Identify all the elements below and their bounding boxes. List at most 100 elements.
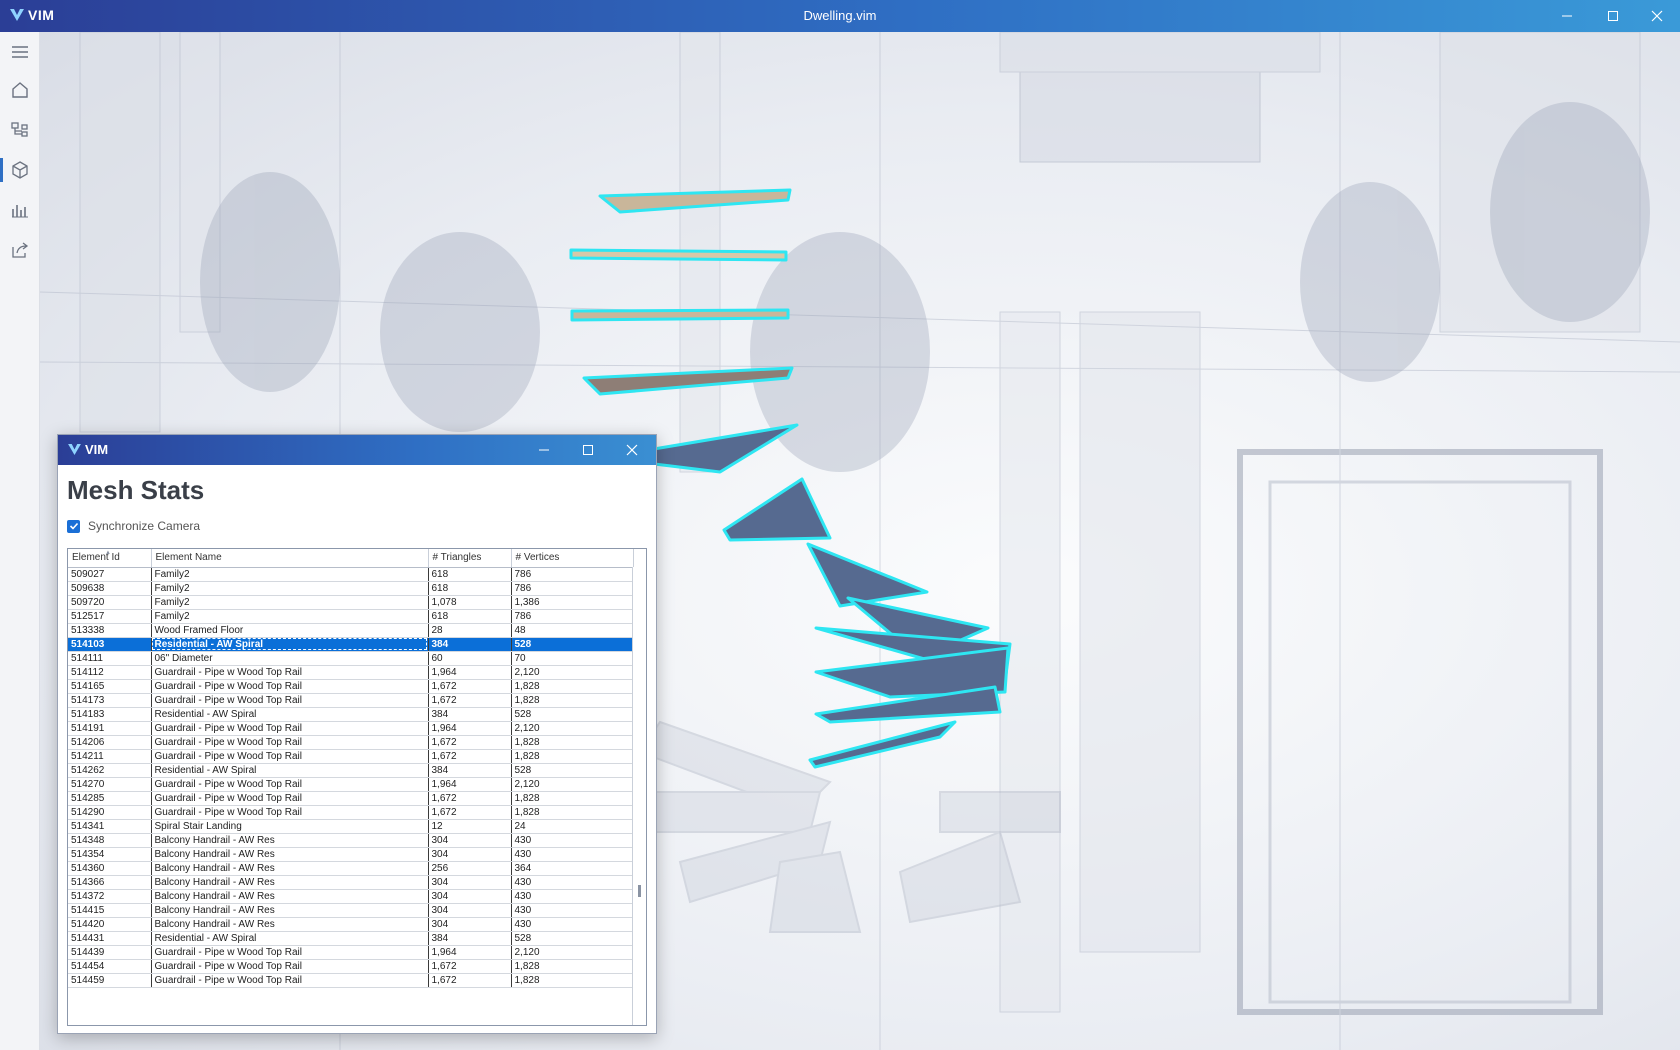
cell-vertices[interactable]: 2,120: [511, 777, 634, 792]
cell-vertices[interactable]: 1,828: [511, 805, 634, 820]
cell-element-name[interactable]: Guardrail - Pipe w Wood Top Rail: [151, 945, 429, 960]
cell-element-id[interactable]: 514173: [68, 693, 152, 708]
cell-triangles[interactable]: 1,672: [428, 805, 512, 820]
cell-element-name[interactable]: Guardrail - Pipe w Wood Top Rail: [151, 791, 429, 806]
column-header-element-id[interactable]: ▲ Element Id: [68, 549, 152, 568]
table-row[interactable]: 513338 Wood Framed Floor 28 48: [68, 623, 634, 638]
panel-minimize-button[interactable]: [522, 435, 566, 465]
table-row[interactable]: 514420 Balcony Handrail - AW Res 304 430: [68, 917, 634, 932]
menu-button[interactable]: [0, 32, 40, 72]
cell-vertices[interactable]: 430: [511, 889, 634, 904]
table-row[interactable]: 514206 Guardrail - Pipe w Wood Top Rail 1,…: [68, 735, 634, 750]
cell-vertices[interactable]: 2,120: [511, 945, 634, 960]
table-row[interactable]: 514341 Spiral Stair Landing 12 24: [68, 819, 634, 834]
table-row[interactable]: 514439 Guardrail - Pipe w Wood Top Rail 1,…: [68, 945, 634, 960]
cell-element-name[interactable]: Balcony Handrail - AW Res: [151, 903, 429, 918]
panel-maximize-button[interactable]: [566, 435, 610, 465]
cell-vertices[interactable]: 430: [511, 833, 634, 848]
cell-element-id[interactable]: 514270: [68, 777, 152, 792]
cell-element-id[interactable]: 514454: [68, 959, 152, 974]
table-row[interactable]: 514372 Balcony Handrail - AW Res 304 430: [68, 889, 634, 904]
cell-triangles[interactable]: 1,964: [428, 945, 512, 960]
cell-element-id[interactable]: 514372: [68, 889, 152, 904]
table-row[interactable]: 514415 Balcony Handrail - AW Res 304 430: [68, 903, 634, 918]
table-row[interactable]: 514112 Guardrail - Pipe w Wood Top Rail 1,…: [68, 665, 634, 680]
cell-element-id[interactable]: 514191: [68, 721, 152, 736]
cell-element-name[interactable]: Guardrail - Pipe w Wood Top Rail: [151, 805, 429, 820]
cell-vertices[interactable]: 364: [511, 861, 634, 876]
sync-camera-option[interactable]: Synchronize Camera: [67, 519, 200, 533]
cell-element-id[interactable]: 514211: [68, 749, 152, 764]
cell-element-name[interactable]: Spiral Stair Landing: [151, 819, 429, 834]
cell-vertices[interactable]: 430: [511, 917, 634, 932]
column-header-element-name[interactable]: Element Name: [151, 549, 429, 568]
cell-vertices[interactable]: 430: [511, 903, 634, 918]
cell-element-id[interactable]: 514112: [68, 665, 152, 680]
table-row[interactable]: 509638 Family2 618 786: [68, 581, 634, 596]
panel-close-button[interactable]: [610, 435, 654, 465]
cell-triangles[interactable]: 384: [428, 763, 512, 778]
tree-button[interactable]: [0, 110, 40, 150]
cell-triangles[interactable]: 304: [428, 917, 512, 932]
table-row[interactable]: 514173 Guardrail - Pipe w Wood Top Rail 1,…: [68, 693, 634, 708]
cell-element-name[interactable]: Balcony Handrail - AW Res: [151, 861, 429, 876]
column-header-triangles[interactable]: # Triangles: [428, 549, 512, 568]
cell-element-id[interactable]: 514206: [68, 735, 152, 750]
cell-element-name[interactable]: Guardrail - Pipe w Wood Top Rail: [151, 693, 429, 708]
cell-element-name[interactable]: Residential - AW Spiral: [151, 637, 429, 652]
column-header-vertices[interactable]: # Vertices: [511, 549, 634, 568]
cell-vertices[interactable]: 786: [511, 581, 634, 596]
cell-element-name[interactable]: Guardrail - Pipe w Wood Top Rail: [151, 735, 429, 750]
cell-vertices[interactable]: 70: [511, 651, 634, 666]
cell-vertices[interactable]: 1,386: [511, 595, 634, 610]
table-row[interactable]: 514348 Balcony Handrail - AW Res 304 430: [68, 833, 634, 848]
cell-element-name[interactable]: Guardrail - Pipe w Wood Top Rail: [151, 973, 429, 988]
cell-element-name[interactable]: Guardrail - Pipe w Wood Top Rail: [151, 777, 429, 792]
table-row[interactable]: 509720 Family2 1,078 1,386: [68, 595, 634, 610]
cell-triangles[interactable]: 304: [428, 875, 512, 890]
cell-triangles[interactable]: 1,964: [428, 665, 512, 680]
cell-triangles[interactable]: 1,672: [428, 693, 512, 708]
cell-vertices[interactable]: 528: [511, 707, 634, 722]
cell-element-name[interactable]: Balcony Handrail - AW Res: [151, 889, 429, 904]
cell-triangles[interactable]: 304: [428, 833, 512, 848]
cell-element-id[interactable]: 514415: [68, 903, 152, 918]
cell-triangles[interactable]: 618: [428, 567, 512, 582]
close-button[interactable]: [1634, 0, 1680, 32]
cell-element-name[interactable]: 06" Diameter: [151, 651, 429, 666]
share-button[interactable]: [0, 230, 40, 270]
scrollbar-thumb[interactable]: [638, 885, 641, 897]
maximize-button[interactable]: [1590, 0, 1636, 32]
cell-element-name[interactable]: Balcony Handrail - AW Res: [151, 833, 429, 848]
table-row[interactable]: 514111 06" Diameter 60 70: [68, 651, 634, 666]
cell-triangles[interactable]: 304: [428, 903, 512, 918]
cell-triangles[interactable]: 1,672: [428, 735, 512, 750]
table-row[interactable]: 514262 Residential - AW Spiral 384 528: [68, 763, 634, 778]
cell-triangles[interactable]: 1,964: [428, 777, 512, 792]
cell-element-id[interactable]: 514431: [68, 931, 152, 946]
cell-triangles[interactable]: 1,672: [428, 791, 512, 806]
cell-vertices[interactable]: 48: [511, 623, 634, 638]
cell-element-id[interactable]: 514348: [68, 833, 152, 848]
cell-vertices[interactable]: 1,828: [511, 679, 634, 694]
cell-element-name[interactable]: Guardrail - Pipe w Wood Top Rail: [151, 749, 429, 764]
cell-element-id[interactable]: 514420: [68, 917, 152, 932]
table-row[interactable]: 514360 Balcony Handrail - AW Res 256 364: [68, 861, 634, 876]
cell-vertices[interactable]: 786: [511, 567, 634, 582]
cell-triangles[interactable]: 384: [428, 707, 512, 722]
cell-element-id[interactable]: 514341: [68, 819, 152, 834]
cell-triangles[interactable]: 384: [428, 637, 512, 652]
cell-element-id[interactable]: 514285: [68, 791, 152, 806]
cell-triangles[interactable]: 1,078: [428, 595, 512, 610]
table-row[interactable]: 514191 Guardrail - Pipe w Wood Top Rail 1,…: [68, 721, 634, 736]
cell-vertices[interactable]: 786: [511, 609, 634, 624]
home-button[interactable]: [0, 70, 40, 110]
cell-vertices[interactable]: 430: [511, 875, 634, 890]
cell-element-id[interactable]: 514366: [68, 875, 152, 890]
cell-element-name[interactable]: Wood Framed Floor: [151, 623, 429, 638]
cell-element-name[interactable]: Balcony Handrail - AW Res: [151, 847, 429, 862]
cell-element-name[interactable]: Guardrail - Pipe w Wood Top Rail: [151, 679, 429, 694]
cell-triangles[interactable]: 12: [428, 819, 512, 834]
table-scrollbar[interactable]: [632, 567, 646, 1025]
table-row[interactable]: 514165 Guardrail - Pipe w Wood Top Rail 1,…: [68, 679, 634, 694]
